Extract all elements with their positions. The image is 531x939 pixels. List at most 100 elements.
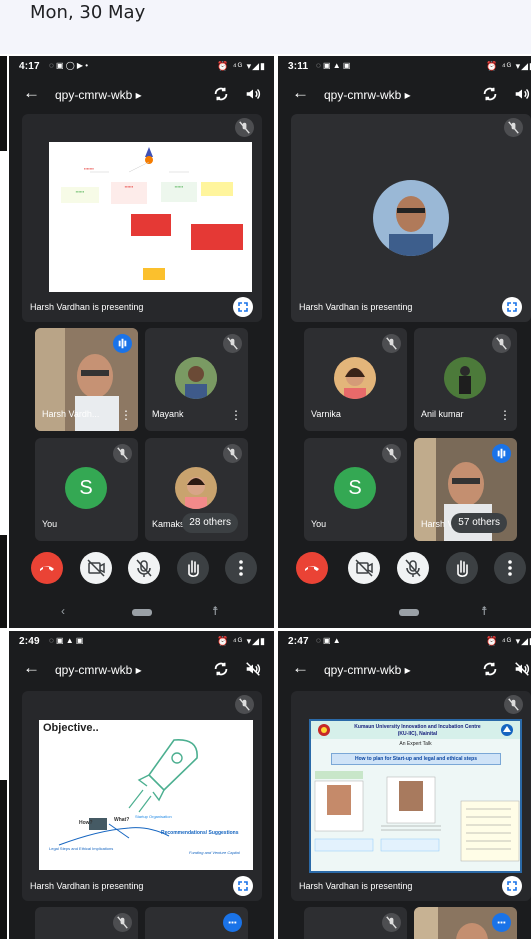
camera-switch-icon[interactable]: [481, 85, 499, 103]
slide-event: An Expert Talk: [399, 741, 432, 747]
participant-tile-mayank[interactable]: Mayank ⋮: [145, 328, 248, 431]
avatar: [444, 357, 486, 399]
participant-tile-harsh[interactable]: [414, 907, 517, 939]
fullscreen-icon[interactable]: [233, 297, 253, 317]
fullscreen-icon[interactable]: [233, 876, 253, 896]
app-bar: ← qpy-cmrw-wkb ▸: [9, 655, 274, 687]
meeting-code[interactable]: qpy-cmrw-wkb ▸: [324, 663, 411, 677]
camera-toggle-button[interactable]: [348, 552, 380, 584]
participant-tile[interactable]: [304, 907, 407, 939]
participant-tile-harsh[interactable]: Harsh Vardh... ⋮: [35, 328, 138, 431]
slide-text: Legal Steps and Ethical Implications: [49, 846, 114, 851]
camera-switch-icon[interactable]: [481, 660, 499, 678]
camera-switch-icon[interactable]: [212, 85, 230, 103]
nav-back-icon[interactable]: ‹: [61, 604, 65, 618]
slide-content: ▪▪▪▪▪▪▪ ▪▪▪▪▪▪ ▪▪▪▪▪▪ ▪▪▪▪▪▪: [49, 142, 252, 292]
slide-text: Funding and Venture Capital: [189, 850, 240, 855]
participant-tile-anil[interactable]: Anil kumar ⋮: [414, 328, 517, 431]
end-call-button[interactable]: [296, 552, 328, 584]
raise-hand-button[interactable]: [446, 552, 478, 584]
participant-tile-harsh[interactable]: Harsh V 57 others: [414, 438, 517, 541]
fullscreen-icon[interactable]: [502, 876, 522, 896]
fullscreen-icon[interactable]: [502, 297, 522, 317]
participant-tile-you[interactable]: S You: [35, 438, 138, 541]
speaker-off-icon[interactable]: [513, 660, 531, 678]
presentation-tile[interactable]: Kumaun University Innovation and Incubat…: [291, 691, 531, 901]
end-call-button[interactable]: [31, 552, 63, 584]
participant-tile[interactable]: [145, 907, 248, 939]
back-arrow-icon[interactable]: ←: [23, 658, 40, 678]
incubation-logo: [501, 724, 513, 736]
more-vert-icon: [508, 560, 512, 576]
avatar: S: [65, 467, 107, 509]
more-options-icon[interactable]: ⋮: [120, 409, 132, 421]
slide-subtitle: (KU-IIC), Nainital: [397, 731, 438, 737]
participant-name: Mayank: [152, 409, 184, 419]
signal-icons: ⏰ ⁴ᴳ ▾◢▮: [217, 61, 266, 71]
more-options-button[interactable]: [494, 552, 526, 584]
meeting-code[interactable]: qpy-cmrw-wkb ▸: [55, 663, 142, 677]
slide-title: Kumaun University Innovation and Incubat…: [354, 724, 481, 730]
meeting-code[interactable]: qpy-cmrw-wkb ▸: [324, 88, 411, 102]
more-options-button[interactable]: [225, 552, 257, 584]
signal-icons: ⏰ ⁴ᴳ ▾◢▮: [486, 61, 531, 71]
more-options-icon[interactable]: ⋮: [230, 409, 242, 421]
topic-banner: How to plan for Start-up and legal and e…: [331, 753, 501, 765]
phone-screenshot-3: 2:49 ◌ ▣ ▲ ▣ ⏰ ⁴ᴳ ▾◢▮ ← qpy-cmrw-wkb ▸ O…: [9, 631, 274, 939]
slide-text-block: ▪▪▪▪▪▪: [124, 184, 134, 189]
slide-content: Objective.. Startup Organisation How? Wh…: [39, 720, 253, 870]
mic-off-icon: [504, 118, 523, 137]
university-logo: [318, 724, 330, 736]
app-bar: ← qpy-cmrw-wkb ▸: [278, 655, 531, 687]
participant-tile-varnika[interactable]: Varnika: [304, 328, 407, 431]
slide-text-block: ▪▪▪▪▪▪: [75, 189, 85, 194]
mic-toggle-button[interactable]: [397, 552, 429, 584]
presentation-tile[interactable]: Objective.. Startup Organisation How? Wh…: [22, 691, 262, 901]
phone-screenshot-4: 2:47 ◌ ▣ ▲ ⏰ ⁴ᴳ ▾◢▮ ← qpy-cmrw-wkb ▸ Kum…: [278, 631, 531, 939]
speaker-icon[interactable]: [244, 85, 262, 103]
nav-home-icon[interactable]: [132, 609, 152, 616]
system-nav-bar: ☨: [278, 604, 531, 622]
back-arrow-icon[interactable]: ←: [23, 83, 40, 103]
speaker-icon[interactable]: [513, 85, 531, 103]
participant-tile[interactable]: [35, 907, 138, 939]
mic-off-icon: [136, 559, 152, 577]
system-nav-bar: ‹ ☨: [9, 604, 274, 622]
hangup-icon: [40, 566, 54, 571]
mic-off-icon: [492, 334, 511, 353]
status-time: 4:17: [19, 61, 40, 72]
camera-switch-icon[interactable]: [212, 660, 230, 678]
phone-screenshot-1: 4:17 ◌ ▣ ◯ ▶ • ⏰ ⁴ᴳ ▾◢▮ ← qpy-cmrw-wkb ▸: [9, 56, 274, 628]
accessibility-icon[interactable]: ☨: [481, 604, 488, 618]
participant-name: Harsh V: [421, 519, 454, 529]
more-options-icon[interactable]: ⋮: [499, 409, 511, 421]
mic-off-icon: [382, 334, 401, 353]
camera-toggle-button[interactable]: [80, 552, 112, 584]
back-arrow-icon[interactable]: ←: [292, 658, 309, 678]
left-edge-strip: [0, 535, 7, 628]
camera-off-icon: [355, 559, 373, 577]
hangup-icon: [305, 566, 319, 571]
presentation-tile[interactable]: ▪▪▪▪▪▪▪ ▪▪▪▪▪▪ ▪▪▪▪▪▪ ▪▪▪▪▪▪ Harsh Vardh…: [22, 114, 262, 322]
meeting-code[interactable]: qpy-cmrw-wkb ▸: [55, 88, 142, 102]
mic-off-icon: [113, 444, 132, 463]
accessibility-icon[interactable]: ☨: [212, 604, 219, 618]
slide-text: What?: [114, 817, 130, 823]
speaker-off-icon[interactable]: [244, 660, 262, 678]
left-edge-strip: [0, 780, 7, 939]
mic-off-icon: [405, 559, 421, 577]
mic-off-icon: [382, 913, 401, 932]
nav-home-icon[interactable]: [399, 609, 419, 616]
others-count-badge[interactable]: 57 others: [451, 513, 507, 533]
back-arrow-icon[interactable]: ←: [292, 83, 309, 103]
status-bar: 2:49 ◌ ▣ ▲ ▣ ⏰ ⁴ᴳ ▾◢▮: [9, 631, 274, 653]
mic-off-icon: [235, 118, 254, 137]
participant-tile-you[interactable]: S You: [304, 438, 407, 541]
hand-icon: [188, 560, 199, 577]
presentation-tile[interactable]: Harsh Vardhan is presenting: [291, 114, 531, 322]
mic-toggle-button[interactable]: [128, 552, 160, 584]
raise-hand-button[interactable]: [177, 552, 209, 584]
others-count-badge[interactable]: 28 others: [182, 513, 238, 533]
participant-tile-kamakshi[interactable]: Kamaksh 28 others: [145, 438, 248, 541]
mic-off-icon: [223, 334, 242, 353]
